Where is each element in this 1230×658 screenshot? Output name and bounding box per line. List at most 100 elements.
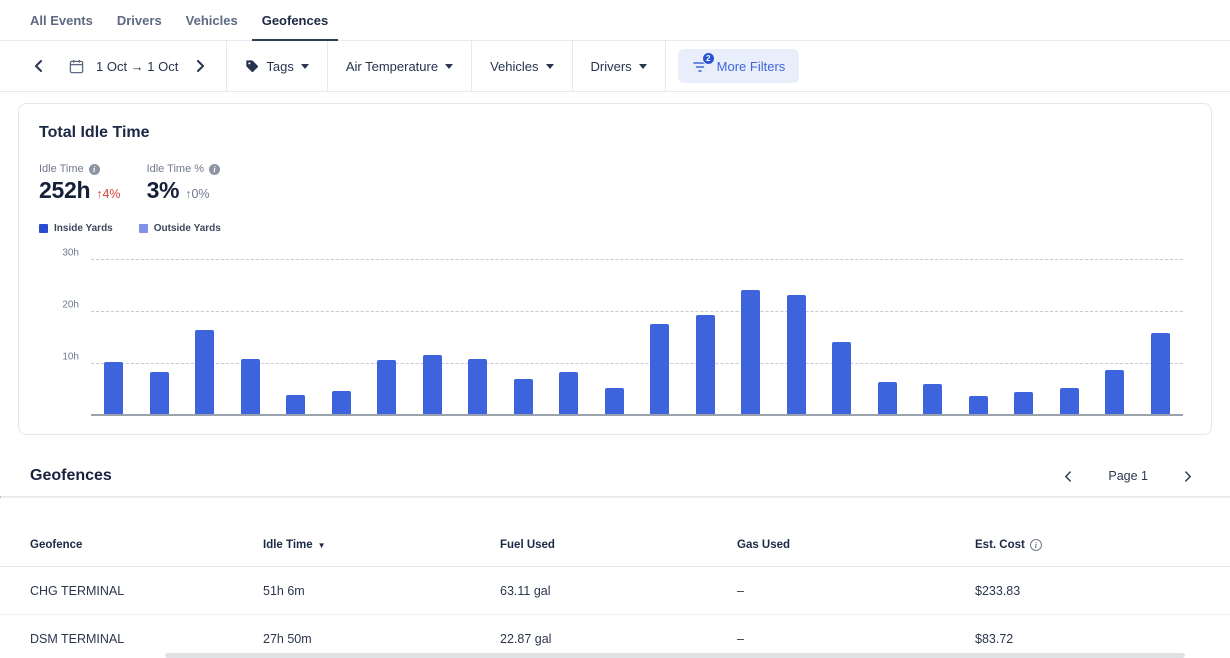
table-row[interactable]: DSM TERMINAL 27h 50m 22.87 gal – $83.72 xyxy=(0,615,1230,658)
chart-bar-slot xyxy=(1001,250,1047,414)
info-icon[interactable]: i xyxy=(209,164,220,175)
more-filters-count-badge: 2 xyxy=(702,52,715,65)
chart-bar-slot xyxy=(364,250,410,414)
chart-bar[interactable] xyxy=(1105,370,1124,414)
chart-bar-slot xyxy=(910,250,956,414)
metric-label: Idle Time xyxy=(39,163,84,175)
chevron-down-icon xyxy=(301,64,309,69)
page-label: Page 1 xyxy=(1108,469,1148,483)
chart-bar[interactable] xyxy=(468,359,487,414)
chevron-down-icon xyxy=(639,64,647,69)
calendar-icon xyxy=(64,54,88,78)
chart-bar[interactable] xyxy=(878,382,897,414)
legend-label: Outside Yards xyxy=(154,223,221,234)
legend-label: Inside Yards xyxy=(54,223,113,234)
chart-bar[interactable] xyxy=(696,315,715,414)
vehicles-dropdown[interactable]: Vehicles xyxy=(486,53,557,80)
table-row[interactable]: CHG TERMINAL 51h 6m 63.11 gal – $233.83 xyxy=(0,567,1230,615)
chart-bar-slot xyxy=(273,250,319,414)
chart-bar[interactable] xyxy=(1060,388,1079,414)
chart-bar[interactable] xyxy=(969,396,988,414)
date-prev-button[interactable] xyxy=(26,54,50,78)
chart-bar[interactable] xyxy=(741,290,760,414)
chart-bar-slot xyxy=(637,250,683,414)
metric-idle-time-pct: Idle Time % i 3% ↑0% xyxy=(147,163,220,204)
horizontal-scrollbar[interactable] xyxy=(165,653,1185,658)
tab-vehicles[interactable]: Vehicles xyxy=(176,1,248,41)
chart-bar[interactable] xyxy=(150,372,169,414)
chart-bar[interactable] xyxy=(377,360,396,414)
chart-bar-slot xyxy=(956,250,1002,414)
cell-fuel-used: 63.11 gal xyxy=(500,584,737,598)
chart-bar[interactable] xyxy=(423,355,442,414)
cell-geofence: DSM TERMINAL xyxy=(30,632,263,646)
chart-bar[interactable] xyxy=(650,324,669,414)
tags-dropdown[interactable]: Tags xyxy=(241,53,312,80)
air-temperature-dropdown[interactable]: Air Temperature xyxy=(342,53,457,80)
legend-item-outside-yards: Outside Yards xyxy=(139,223,221,234)
page-next-button[interactable] xyxy=(1176,464,1200,488)
chart-bar[interactable] xyxy=(787,295,806,414)
tab-geofences[interactable]: Geofences xyxy=(252,1,338,41)
column-header-geofence[interactable]: Geofence xyxy=(30,539,263,551)
date-next-button[interactable] xyxy=(188,54,212,78)
card-title: Total Idle Time xyxy=(39,124,1191,142)
drivers-dropdown-label: Drivers xyxy=(591,59,632,74)
column-header-idle-time[interactable]: Idle Time ▼ xyxy=(263,539,500,551)
chart-bar[interactable] xyxy=(1151,333,1170,414)
chart-bar-slot xyxy=(91,250,137,414)
page-prev-button[interactable] xyxy=(1056,464,1080,488)
cell-est-cost: $233.83 xyxy=(975,584,1230,598)
chart-bar-slot xyxy=(455,250,501,414)
column-header-gas-used[interactable]: Gas Used xyxy=(737,539,975,551)
chart-bar[interactable] xyxy=(195,330,214,414)
chart-bar-slot xyxy=(1138,250,1184,414)
chevron-down-icon xyxy=(546,64,554,69)
chart-bar[interactable] xyxy=(332,391,351,414)
more-filters-label: More Filters xyxy=(717,59,786,74)
geofences-table: Geofence Idle Time ▼ Fuel Used Gas Used … xyxy=(0,498,1230,658)
date-range-picker: 1 Oct → 1 Oct xyxy=(0,41,226,91)
tab-drivers[interactable]: Drivers xyxy=(107,1,172,41)
air-temperature-dropdown-label: Air Temperature xyxy=(346,59,438,74)
legend-swatch-outside-yards xyxy=(139,224,148,233)
date-range-value[interactable]: 1 Oct → 1 Oct xyxy=(96,59,178,74)
chart-bar[interactable] xyxy=(832,342,851,414)
y-tick-10h: 10h xyxy=(39,352,79,363)
info-icon[interactable]: i xyxy=(1030,539,1042,551)
chart-bar[interactable] xyxy=(1014,392,1033,414)
metric-delta: ↑0% xyxy=(185,187,209,201)
cell-est-cost: $83.72 xyxy=(975,632,1230,646)
chart-bar[interactable] xyxy=(104,362,123,414)
info-icon[interactable]: i xyxy=(89,164,100,175)
chart-legend: Inside Yards Outside Yards xyxy=(39,223,1191,234)
chart-bar-slot xyxy=(865,250,911,414)
more-filters-button[interactable]: 2 More Filters xyxy=(678,49,800,83)
chevron-down-icon xyxy=(445,64,453,69)
pagination: Page 1 xyxy=(1056,464,1200,488)
chart-bar[interactable] xyxy=(923,384,942,414)
tab-all-events[interactable]: All Events xyxy=(20,1,103,41)
y-tick-20h: 20h xyxy=(39,300,79,311)
metric-value: 3% xyxy=(147,177,180,204)
chart-bar[interactable] xyxy=(241,359,260,414)
filter-divider xyxy=(665,41,666,91)
chart-bar[interactable] xyxy=(514,379,533,414)
chart-plot xyxy=(91,250,1183,416)
y-tick-30h: 30h xyxy=(39,248,79,259)
sort-desc-icon: ▼ xyxy=(318,541,326,550)
chart-bar[interactable] xyxy=(559,372,578,414)
chart-bar-slot xyxy=(182,250,228,414)
chart-bar-slot xyxy=(683,250,729,414)
chart-bar[interactable] xyxy=(605,388,624,415)
metrics-row: Idle Time i 252h ↑4% Idle Time % i 3% ↑0… xyxy=(39,163,1191,204)
drivers-dropdown[interactable]: Drivers xyxy=(587,53,651,80)
chart-bar[interactable] xyxy=(286,395,305,414)
column-header-est-cost[interactable]: Est. Cost i xyxy=(975,539,1230,551)
chart-bar-slot xyxy=(319,250,365,414)
chart-bar-slot xyxy=(819,250,865,414)
table-header-row: Geofence Idle Time ▼ Fuel Used Gas Used … xyxy=(0,498,1230,567)
metric-value: 252h xyxy=(39,177,90,204)
cell-geofence: CHG TERMINAL xyxy=(30,584,263,598)
column-header-fuel-used[interactable]: Fuel Used xyxy=(500,539,737,551)
